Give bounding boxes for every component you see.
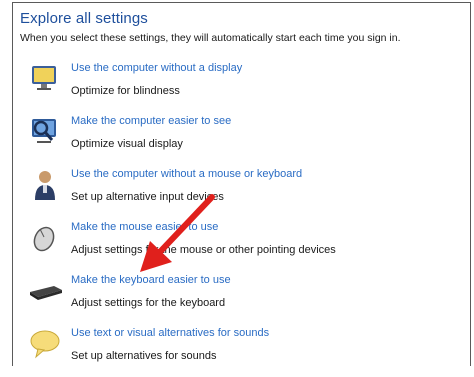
desc-no-display: Optimize for blindness: [71, 85, 180, 97]
setting-item-sounds: Use text or visual alternatives for soun…: [28, 327, 458, 377]
monitor-icon: [28, 62, 62, 96]
setting-item-mouse: Make the mouse easier to use Adjust sett…: [28, 221, 458, 271]
mouse-icon: [28, 221, 62, 255]
setting-item-no-display: Use the computer without a display Optim…: [28, 62, 458, 112]
link-easier-to-see[interactable]: Make the computer easier to see: [71, 115, 231, 127]
speech-bubble-icon: [28, 327, 62, 361]
keyboard-icon: [28, 274, 62, 308]
link-sounds[interactable]: Use text or visual alternatives for soun…: [71, 327, 269, 339]
setting-item-easier-to-see: Make the computer easier to see Optimize…: [28, 115, 458, 165]
page-subtitle: When you select these settings, they wil…: [20, 32, 401, 44]
desc-mouse: Adjust settings for the mouse or other p…: [71, 244, 336, 256]
desc-keyboard: Adjust settings for the keyboard: [71, 297, 226, 309]
page-title: Explore all settings: [20, 10, 148, 27]
magnifier-monitor-icon: [28, 115, 62, 149]
desc-no-mouse-keyboard: Set up alternative input devices: [71, 191, 224, 203]
person-icon: [28, 168, 62, 202]
link-no-mouse-keyboard[interactable]: Use the computer without a mouse or keyb…: [71, 168, 302, 180]
link-mouse[interactable]: Make the mouse easier to use: [71, 221, 218, 233]
setting-item-keyboard: Make the keyboard easier to use Adjust s…: [28, 274, 458, 324]
setting-item-no-mouse-keyboard: Use the computer without a mouse or keyb…: [28, 168, 458, 218]
desc-sounds: Set up alternatives for sounds: [71, 350, 217, 362]
link-keyboard[interactable]: Make the keyboard easier to use: [71, 274, 231, 286]
desc-easier-to-see: Optimize visual display: [71, 138, 183, 150]
link-no-display[interactable]: Use the computer without a display: [71, 62, 242, 74]
